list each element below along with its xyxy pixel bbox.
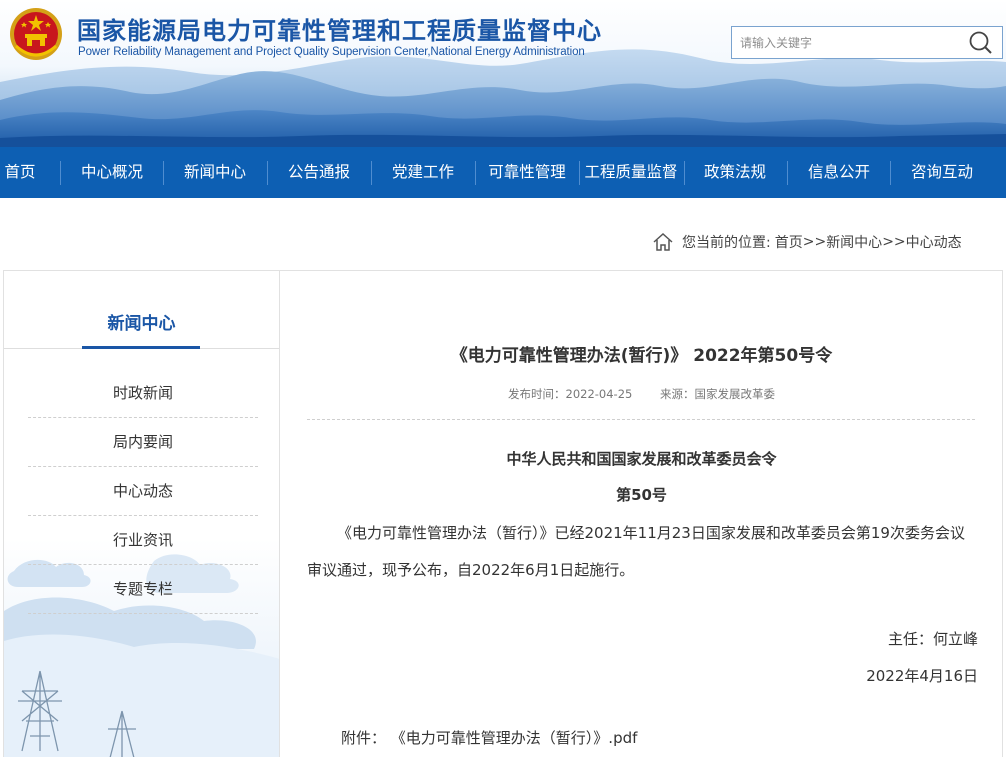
- article-source: 来源：国家发展改革委: [660, 387, 775, 401]
- site-title: 国家能源局电力可靠性管理和工程质量监督中心: [77, 17, 602, 45]
- attachment-label: 附件：: [341, 729, 387, 747]
- main-nav: 首页 中心概况 新闻中心 公告通报 党建工作 可靠性管理 工程质量监督 政策法规…: [0, 147, 1006, 198]
- breadcrumb-separator: >>: [802, 234, 827, 250]
- attachment-link[interactable]: 《电力可靠性管理办法（暂行）》.pdf: [391, 729, 638, 747]
- nav-item-news[interactable]: 新闻中心: [165, 147, 265, 198]
- nav-item-consult[interactable]: 咨询互动: [892, 147, 992, 198]
- site-header: 国家能源局电力可靠性管理和工程质量监督中心 Power Reliability …: [0, 0, 1006, 147]
- breadcrumb-news-link[interactable]: 新闻中心: [826, 232, 882, 252]
- article-meta: 发布时间：2022-04-25 来源：国家发展改革委: [281, 386, 1002, 402]
- nav-item-home[interactable]: 首页: [0, 147, 40, 198]
- sidebar: 新闻中心 时政新闻 局内要闻 中心动态 行业资讯 专题专栏: [4, 271, 280, 757]
- article: 《电力可靠性管理办法(暂行)》 2022年第50号令 发布时间：2022-04-…: [281, 271, 1002, 757]
- publish-time: 发布时间：2022-04-25: [508, 387, 633, 401]
- nav-divider: [890, 161, 891, 185]
- breadcrumb-prefix: 您当前的位置:: [682, 235, 771, 251]
- main-content: 新闻中心 时政新闻 局内要闻 中心动态 行业资讯 专题专栏 《电力可靠性管理办法…: [3, 270, 1003, 757]
- sidebar-item-current-affairs[interactable]: 时政新闻: [28, 369, 258, 418]
- sidebar-title-underline: [82, 346, 200, 349]
- nav-divider: [267, 161, 268, 185]
- search-button[interactable]: [958, 27, 1002, 58]
- nav-item-overview[interactable]: 中心概况: [62, 147, 162, 198]
- sidebar-title: 新闻中心: [107, 314, 176, 334]
- article-signature: 主任：何立峰: [887, 630, 978, 648]
- nav-divider: [787, 161, 788, 185]
- sidebar-item-center-updates[interactable]: 中心动态: [28, 467, 258, 516]
- nav-item-disclosure[interactable]: 信息公开: [789, 147, 889, 198]
- article-order-number: 第50号: [616, 486, 667, 504]
- nav-divider: [163, 161, 164, 185]
- search-box: [731, 26, 1003, 59]
- nav-item-quality-supervision[interactable]: 工程质量监督: [579, 147, 683, 198]
- breadcrumb-separator: >>: [882, 234, 906, 250]
- nav-item-policy[interactable]: 政策法规: [685, 147, 785, 198]
- search-input[interactable]: [732, 27, 958, 58]
- national-emblem-icon: [10, 8, 62, 60]
- article-title: 《电力可靠性管理办法(暂行)》 2022年第50号令: [450, 346, 833, 366]
- article-body: 《电力可靠性管理办法（暂行）》已经2021年11月23日国家发展和改革委员会第1…: [307, 524, 965, 579]
- nav-divider: [371, 161, 372, 185]
- breadcrumb-home-link[interactable]: 首页: [775, 232, 803, 252]
- article-date: 2022年4月16日: [866, 667, 978, 685]
- sidebar-item-bureau-news[interactable]: 局内要闻: [28, 418, 258, 467]
- sidebar-header: 新闻中心: [4, 271, 279, 349]
- article-divider: [307, 419, 975, 420]
- nav-item-notices[interactable]: 公告通报: [269, 147, 369, 198]
- breadcrumb-current[interactable]: 中心动态: [906, 232, 962, 252]
- sidebar-item-industry-news[interactable]: 行业资讯: [28, 516, 258, 565]
- breadcrumb: 您当前的位置: 首页 >> 新闻中心 >> 中心动态: [652, 232, 962, 252]
- article-issuer: 中华人民共和国国家发展和改革委员会令: [506, 450, 777, 468]
- home-icon: [653, 232, 673, 251]
- article-attachment: 附件： 《电力可靠性管理办法（暂行）》.pdf: [341, 727, 637, 748]
- site-subtitle: Power Reliability Management and Project…: [78, 46, 585, 58]
- nav-item-reliability[interactable]: 可靠性管理: [475, 147, 579, 198]
- sidebar-item-special-topics[interactable]: 专题专栏: [28, 565, 258, 614]
- nav-divider: [60, 161, 61, 185]
- nav-item-party-building[interactable]: 党建工作: [373, 147, 473, 198]
- search-icon: [969, 31, 992, 54]
